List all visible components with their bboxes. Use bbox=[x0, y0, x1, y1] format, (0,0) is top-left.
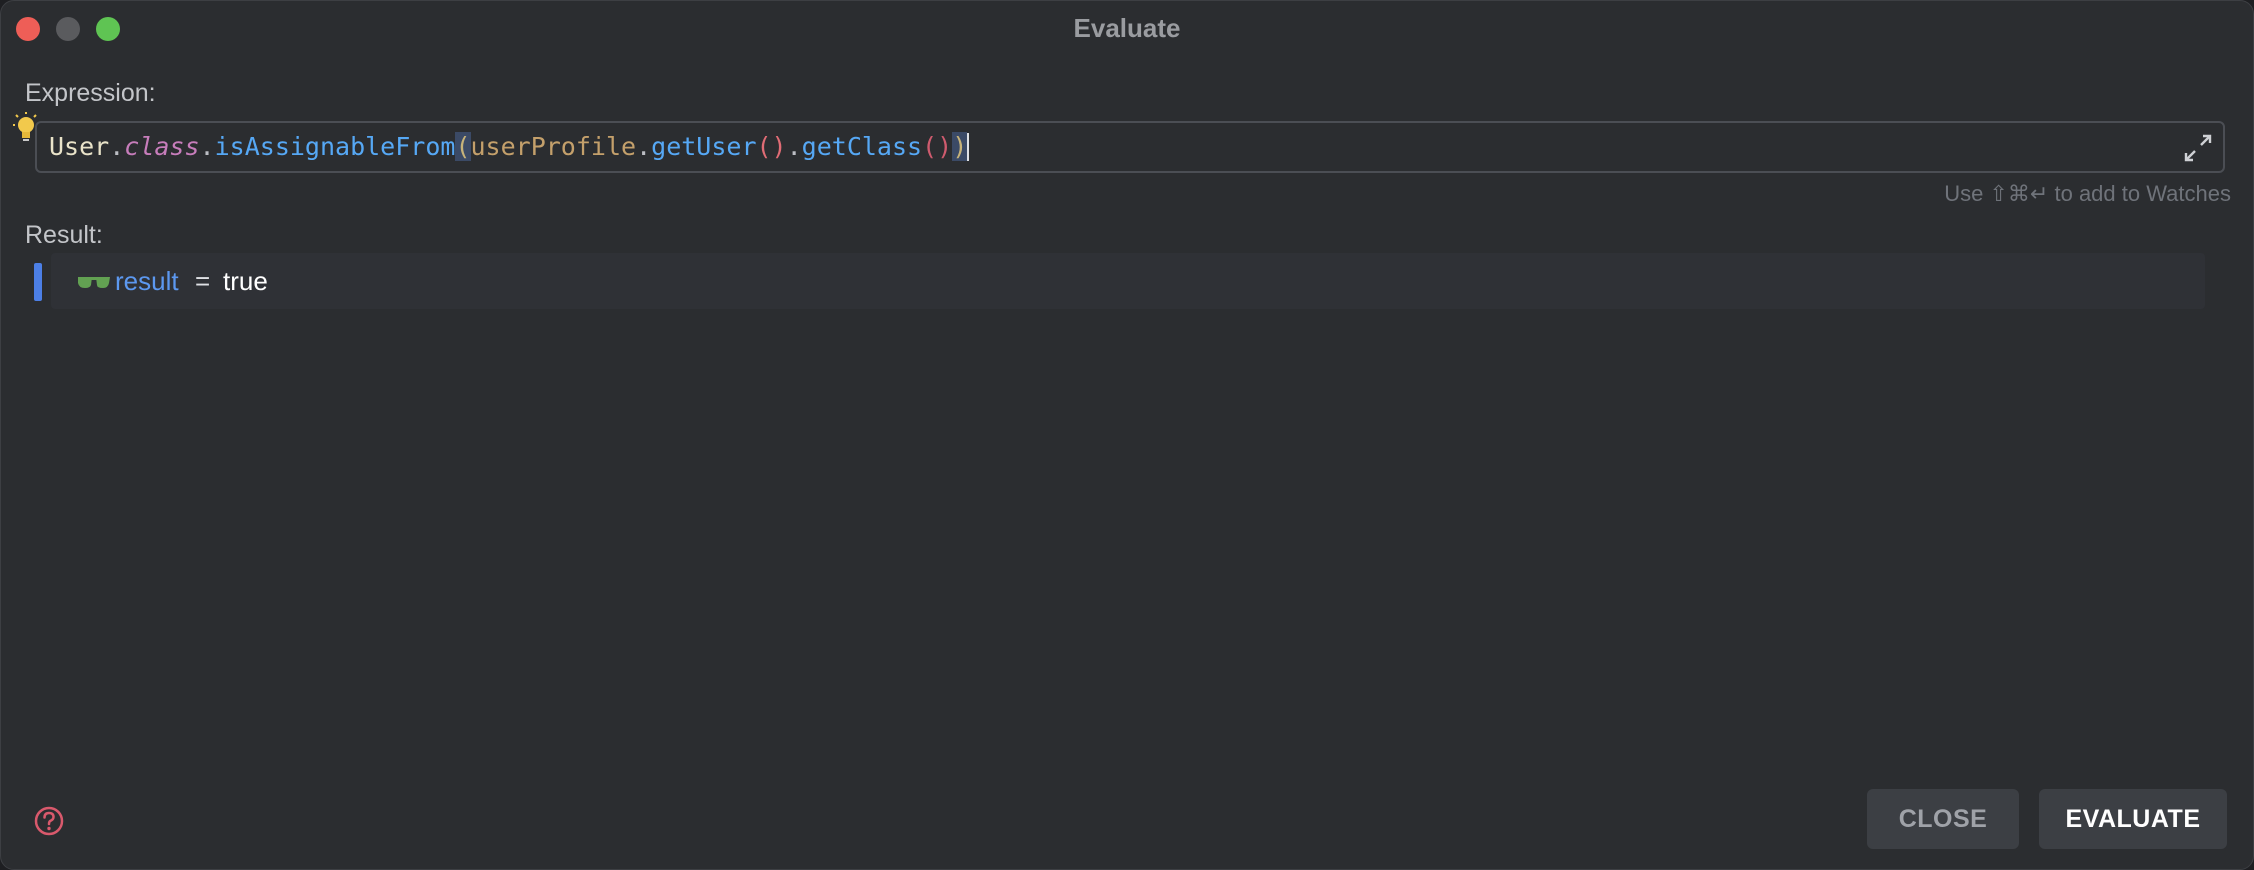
token-method: getUser bbox=[651, 132, 757, 161]
token-dot: . bbox=[109, 132, 125, 161]
result-selection-marker bbox=[34, 263, 42, 301]
evaluate-button[interactable]: EVALUATE bbox=[2039, 789, 2227, 849]
token-variable: userProfile bbox=[470, 132, 637, 161]
expand-icon[interactable] bbox=[2183, 133, 2213, 163]
glasses-icon bbox=[78, 277, 110, 288]
token-method: getClass bbox=[801, 132, 923, 161]
result-variable-name: result bbox=[115, 266, 179, 296]
token-close-paren: ) bbox=[952, 132, 968, 161]
token-dot: . bbox=[786, 132, 802, 161]
token-open-paren: ( bbox=[455, 132, 471, 161]
result-equals: = bbox=[195, 266, 211, 296]
window-title: Evaluate bbox=[1073, 13, 1181, 43]
evaluate-dialog: Evaluate Expression: User.class.isAssign… bbox=[0, 0, 2254, 870]
title-bar: Evaluate bbox=[1, 1, 2253, 55]
token-parens: () bbox=[922, 132, 953, 161]
text-caret bbox=[967, 133, 970, 161]
expression-input[interactable]: User.class.isAssignableFrom(userProfile.… bbox=[35, 121, 2225, 173]
expression-code: User.class.isAssignableFrom(userProfile.… bbox=[49, 132, 970, 161]
token-dot: . bbox=[199, 132, 215, 161]
expression-label: Expression: bbox=[25, 79, 156, 107]
help-icon[interactable] bbox=[33, 805, 65, 837]
result-label: Result: bbox=[25, 221, 103, 249]
close-button[interactable]: CLOSE bbox=[1867, 789, 2019, 849]
token-method: isAssignableFrom bbox=[214, 132, 456, 161]
result-value: true bbox=[223, 266, 268, 296]
token-dot: . bbox=[636, 132, 652, 161]
token-parens: () bbox=[756, 132, 787, 161]
add-to-watches-hint: Use ⇧⌘↵ to add to Watches bbox=[1944, 181, 2231, 206]
result-row[interactable]: result = true bbox=[51, 253, 2205, 309]
token-class-name: User bbox=[49, 132, 110, 161]
token-keyword: class bbox=[124, 132, 200, 161]
